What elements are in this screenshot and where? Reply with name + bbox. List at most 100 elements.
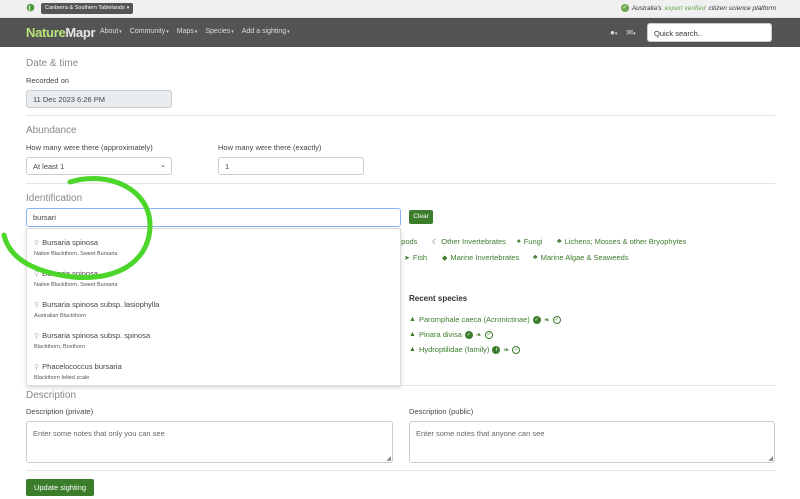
- quick-search-input[interactable]: Quick search..: [647, 23, 772, 42]
- nav-item-label: About: [100, 28, 119, 35]
- public-description-textarea[interactable]: Enter some notes that anyone can see ◢: [409, 421, 775, 463]
- private-description-label: Description (private): [26, 407, 94, 416]
- nav-item-label: Add a sighting: [241, 28, 287, 35]
- chevron-down-icon: ▾: [194, 29, 198, 35]
- chevron-down-icon: ▾: [231, 29, 234, 35]
- suggestion-item[interactable]: ⚲ Bursaria spinosa subsp. spinosa Blackth…: [34, 331, 150, 350]
- category-label: Fish: [412, 253, 428, 262]
- moss-icon: ♣: [557, 238, 562, 245]
- description-section-title: Description: [26, 390, 77, 401]
- naturemapr-logo[interactable]: NatureMapr: [26, 25, 96, 40]
- suggestion-common-name: Native Blackthorn, Sweet Bursaria: [34, 251, 118, 257]
- category-label: Marine Invertebrates: [450, 253, 520, 262]
- exact-count-label: How many were there (exactly): [218, 143, 322, 152]
- divider: [26, 470, 775, 471]
- mushroom-icon: ♠: [517, 238, 521, 245]
- leaf-logo-icon: [26, 3, 35, 12]
- top-bar: Canberra & Southern Tablelands ▾ ✓ Austra…: [0, 0, 800, 18]
- recent-species-title: Recent species: [409, 294, 468, 303]
- recent-species-name: Hydroptilidae (family): [418, 345, 490, 354]
- datetime-section-title: Date & time: [26, 58, 79, 69]
- region-selector[interactable]: Canberra & Southern Tablelands ▾: [41, 3, 134, 14]
- tagline-suffix: citizen science platform: [708, 4, 776, 12]
- nav-item-maps[interactable]: Maps▾: [177, 28, 198, 35]
- user-icon[interactable]: ●▾: [610, 28, 617, 37]
- suggestion-common-name: Blackthorn, Boxthorn: [34, 344, 86, 350]
- nav-item-community[interactable]: Community▾: [130, 28, 169, 35]
- public-description-placeholder: Enter some notes that anyone can see: [416, 429, 545, 438]
- suggestion-scientific-name: Bursaria spinosa: [42, 238, 99, 247]
- suggestion-item[interactable]: ⚲ Bursaria spinosa Native Blackthorn, Swe…: [34, 238, 117, 257]
- verified-icon: ✓: [464, 330, 473, 339]
- suggestion-item[interactable]: ⚲ Bursaria spinosa subsp. lasiophylla Aus…: [34, 300, 159, 319]
- exact-count-input[interactable]: 1: [218, 157, 364, 175]
- info-icon: i: [492, 345, 501, 354]
- tag-icon: ⚲: [34, 363, 40, 371]
- moth-icon: ▲: [409, 346, 416, 353]
- approx-count-value: At least 1: [33, 162, 65, 171]
- category-other-invertebrates[interactable]: ☾ Other Invertebrates: [432, 237, 506, 246]
- recorded-on-label: Recorded on: [26, 76, 69, 85]
- suggestion-common-name: Native Blackthorn, Sweet Bursaria: [34, 282, 118, 288]
- nav-item-label: Species: [205, 28, 231, 35]
- category-label: Other Invertebrates: [441, 237, 506, 246]
- check-circle-icon: ✓: [552, 315, 561, 324]
- private-description-placeholder: Enter some notes that only you can see: [33, 429, 165, 438]
- leaf-icon: ❧: [543, 316, 550, 324]
- suggestion-scientific-name: Bursaria spinosa subsp. spinosa: [42, 331, 151, 340]
- chevron-down-icon: ▾: [126, 5, 130, 11]
- category-label: Fungi: [523, 237, 543, 246]
- mail-icon[interactable]: ✉▾: [626, 28, 635, 37]
- tag-icon: ⚲: [34, 301, 40, 309]
- tagline-highlight: expert verified: [664, 4, 706, 12]
- nav-item-about[interactable]: About▾: [100, 28, 122, 35]
- tag-icon: ⚲: [34, 270, 40, 278]
- logo-nature: Nature: [26, 25, 66, 40]
- leaf-icon: ❧: [503, 346, 510, 354]
- resize-handle-icon[interactable]: ◢: [768, 455, 773, 462]
- nav-item-label: Community: [129, 28, 166, 35]
- nav-item-add-sighting[interactable]: Add a sighting▾: [242, 28, 290, 35]
- nav-menu: About▾ Community▾ Maps▾ Species▾ Add a s…: [100, 28, 290, 35]
- clear-button[interactable]: Clear: [409, 210, 433, 224]
- category-fungi[interactable]: ♠ Fungi: [517, 237, 542, 246]
- suggestion-scientific-name: Bursaria spinosa: [42, 269, 99, 278]
- recent-species-item[interactable]: ▲ Hydroptilidae (family) i ❧ ✓: [409, 345, 521, 354]
- category-label: Marine Algae & Seaweeds: [540, 253, 629, 262]
- recent-species-item[interactable]: ▲ Pinara divisa ✓ ❧ ✓: [409, 330, 493, 339]
- category-marine-invertebrates[interactable]: ◆ Marine Invertebrates: [442, 253, 519, 262]
- check-circle-icon: ✓: [512, 345, 521, 354]
- category-fish[interactable]: ➤ Fish: [404, 253, 427, 262]
- suggestion-common-name: Blackthorn felted scale: [34, 375, 90, 381]
- approx-count-select[interactable]: At least 1 ⌄: [26, 157, 172, 175]
- worm-icon: ☾: [432, 238, 439, 246]
- divider: [26, 183, 775, 184]
- verified-icon: ✓: [532, 315, 541, 324]
- public-description-label: Description (public): [409, 407, 474, 416]
- tag-icon: ⚲: [34, 239, 40, 247]
- check-circle-icon: ✓: [484, 330, 493, 339]
- resize-handle-icon[interactable]: ◢: [386, 455, 391, 462]
- category-marine-algae[interactable]: ♣ Marine Algae & Seaweeds: [533, 253, 629, 262]
- suggestion-item[interactable]: ⚲ Bursaria spinosa Native Blackthorn, Swe…: [34, 269, 117, 288]
- tagline-prefix: Australia's: [631, 4, 662, 12]
- suggestion-common-name: Australian Blackthorn: [34, 313, 86, 319]
- verified-check-icon: ✓: [620, 4, 629, 12]
- fish-icon: ➤: [404, 254, 410, 262]
- update-sighting-button[interactable]: Update sighting: [26, 479, 94, 496]
- tag-icon: ⚲: [34, 332, 40, 340]
- chevron-down-icon: ▾: [119, 29, 122, 35]
- chevron-down-icon: ⌄: [160, 162, 166, 169]
- recorded-on-field[interactable]: 11 Dec 2023 6:26 PM: [26, 90, 172, 108]
- category-lichens-mosses[interactable]: ♣ Lichens; Mosses & other Bryophytes: [557, 237, 686, 246]
- divider: [26, 115, 775, 116]
- seaweed-icon: ♣: [533, 254, 538, 261]
- suggestion-item[interactable]: ⚲ Phacelococcus bursaria Blackthorn felte…: [34, 362, 122, 381]
- private-description-textarea[interactable]: Enter some notes that only you can see ◢: [26, 421, 393, 463]
- nav-item-species[interactable]: Species▾: [205, 28, 233, 35]
- species-search-input[interactable]: bursari: [26, 208, 401, 227]
- recent-species-name: Pinara divisa: [418, 330, 462, 339]
- recent-species-item[interactable]: ▲ Paromphale caeca (Acronictinae) ✓ ❧ ✓: [409, 315, 561, 324]
- identification-section-title: Identification: [26, 193, 83, 204]
- approx-count-label: How many were there (approximately): [26, 143, 153, 152]
